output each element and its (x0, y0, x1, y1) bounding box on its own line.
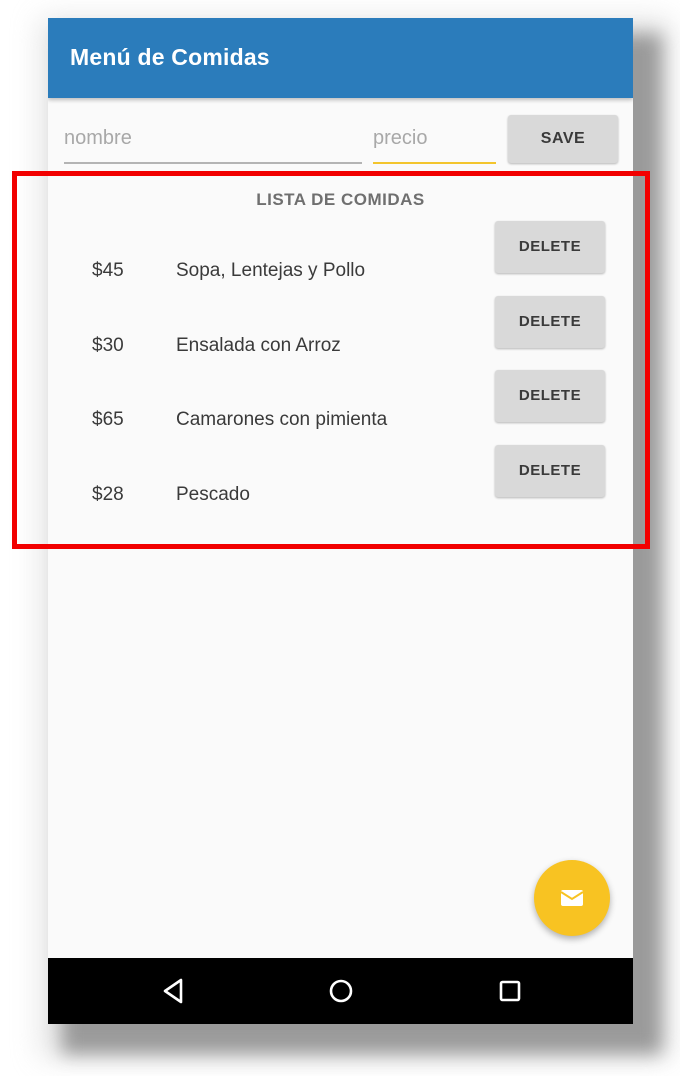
mail-icon (560, 890, 584, 906)
name-input[interactable] (64, 120, 362, 156)
system-nav-bar (48, 958, 633, 1024)
back-triangle-icon[interactable] (157, 974, 191, 1008)
home-circle-icon[interactable] (324, 974, 358, 1008)
app-bar: Menú de Comidas (48, 18, 633, 98)
price-field[interactable] (373, 120, 496, 164)
name-field[interactable] (64, 120, 362, 164)
price-input-underline (373, 162, 496, 164)
list-highlight-box (12, 171, 650, 549)
save-button[interactable]: SAVE (508, 115, 618, 163)
app-title: Menú de Comidas (70, 44, 270, 70)
compose-mail-button[interactable] (534, 860, 610, 936)
price-input[interactable] (373, 120, 496, 156)
name-input-underline (64, 162, 362, 164)
recents-square-icon[interactable] (493, 974, 527, 1008)
